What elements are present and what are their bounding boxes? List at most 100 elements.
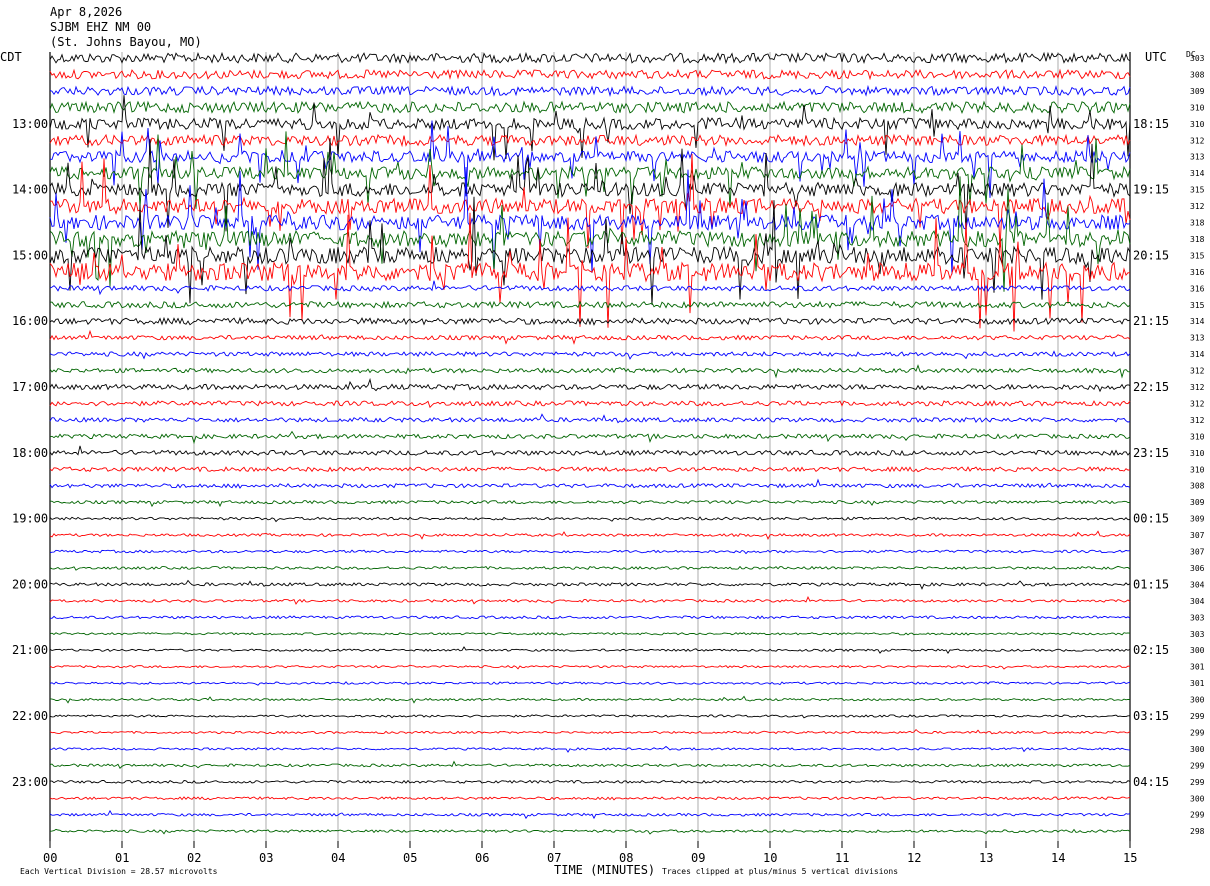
trace-2 [49, 68, 1131, 81]
dc-offset-label: 312 [1190, 202, 1205, 211]
x-tick-label: 06 [475, 851, 489, 865]
right-hour-label: 19:15 [1133, 183, 1169, 197]
trace-48 [49, 828, 1131, 835]
left-hour-labels: 13:00 14:00 15:00 16:00 17:00 18:00 19:00 20:00… [12, 117, 48, 789]
right-hour-label: 23:15 [1133, 446, 1169, 460]
dc-offset-label: 301 [1190, 663, 1205, 672]
x-axis-label: TIME (MINUTES) [554, 863, 655, 877]
x-tick-label: 00 [43, 851, 57, 865]
left-hour-label: 18:00 [12, 446, 48, 460]
left-hour-label: 17:00 [12, 380, 48, 394]
dc-offset-label: 299 [1190, 811, 1205, 820]
dc-offset-label: 312 [1190, 383, 1205, 392]
left-hour-label: 21:00 [12, 643, 48, 657]
left-hour-label: 23:00 [12, 775, 48, 789]
trace-30 [49, 530, 1131, 540]
trace-46 [49, 796, 1131, 801]
dc-offset-label: 309 [1190, 515, 1205, 524]
dc-offset-label: 300 [1190, 745, 1205, 754]
left-hour-label: 13:00 [12, 117, 48, 131]
dc-offset-label: 312 [1190, 367, 1205, 376]
right-hour-label: 21:15 [1133, 314, 1169, 328]
trace-43 [49, 745, 1131, 753]
trace-group [49, 51, 1131, 835]
right-timezone: UTC [1145, 50, 1167, 64]
scale-note: Each Vertical Division = 28.57 microvolt… [20, 867, 218, 876]
right-hour-labels: 18:15 19:15 20:15 21:15 22:15 23:15 00:15 01:15… [1133, 117, 1169, 789]
dc-offset-label: 300 [1190, 646, 1205, 655]
left-hour-label: 20:00 [12, 577, 48, 591]
dc-offset-label: 299 [1190, 728, 1205, 737]
dc-offset-label: 318 [1190, 235, 1205, 244]
trace-28 [49, 499, 1131, 508]
dc-offset-label: 301 [1190, 679, 1205, 688]
trace-24 [49, 430, 1131, 445]
x-tick-label: 10 [763, 851, 777, 865]
dc-offset-label: 312 [1190, 136, 1205, 145]
left-hour-label: 15:00 [12, 248, 48, 262]
right-hour-label: 02:15 [1133, 643, 1169, 657]
trace-29 [49, 516, 1131, 523]
dc-offset-label: 308 [1190, 70, 1205, 79]
x-tick-label: 13 [979, 851, 993, 865]
clip-note: Traces clipped at plus/minus 5 vertical … [662, 867, 898, 876]
dc-offset-label: 316 [1190, 284, 1205, 293]
trace-22 [49, 400, 1131, 409]
dc-offset-label: 304 [1190, 580, 1205, 589]
trace-4 [49, 100, 1131, 115]
trace-6 [49, 133, 1131, 148]
trace-5 [49, 95, 1131, 161]
dc-offset-label: 298 [1190, 827, 1205, 836]
left-timezone: CDT [0, 50, 22, 64]
dc-offset-label: 300 [1190, 696, 1205, 705]
trace-41 [49, 714, 1130, 719]
right-hour-label: 01:15 [1133, 577, 1169, 591]
dc-offset-label: 299 [1190, 761, 1205, 770]
trace-36 [49, 632, 1131, 636]
x-tick-label: 09 [691, 851, 705, 865]
trace-35 [49, 615, 1131, 620]
right-hour-label: 18:15 [1133, 117, 1169, 131]
dc-offset-label: 312 [1190, 399, 1205, 408]
trace-21 [49, 377, 1131, 393]
dc-offset-label: 310 [1190, 449, 1205, 458]
dc-offset-labels: 303 308 309 310 310 312 313 314 315 312 318 318 315 3… [1190, 54, 1205, 836]
trace-42 [49, 728, 1131, 735]
dc-offset-label: 299 [1190, 778, 1205, 787]
trace-47 [49, 809, 1131, 820]
dc-offset-label: 309 [1190, 87, 1205, 96]
header-station: SJBM EHZ NM 00 [50, 20, 151, 34]
dc-offset-label: 310 [1190, 465, 1205, 474]
right-hour-label: 22:15 [1133, 380, 1169, 394]
x-tick-label: 04 [331, 851, 345, 865]
right-hour-label: 00:15 [1133, 512, 1169, 526]
dc-offset-label: 313 [1190, 153, 1205, 162]
trace-31 [49, 549, 1131, 555]
trace-32 [49, 565, 1131, 571]
trace-18 [49, 329, 1131, 345]
trace-39 [49, 681, 1131, 686]
dc-offset-label: 307 [1190, 531, 1205, 540]
trace-25 [49, 445, 1131, 457]
dc-offset-label: 315 [1190, 186, 1205, 195]
dc-offset-label: 310 [1190, 120, 1205, 129]
dc-offset-label: 310 [1190, 432, 1205, 441]
trace-23 [49, 413, 1131, 424]
x-tick-label: 11 [835, 851, 849, 865]
trace-17 [49, 316, 1131, 326]
trace-15 [49, 280, 1131, 296]
dc-offset-label: 314 [1190, 350, 1205, 359]
x-tick-label: 14 [1051, 851, 1065, 865]
dc-offset-label: 314 [1190, 169, 1205, 178]
dc-offset-label: 314 [1190, 317, 1205, 326]
dc-offset-label: 299 [1190, 712, 1205, 721]
header-date: Apr 8,2026 [50, 5, 122, 19]
dc-offset-label: 315 [1190, 251, 1205, 260]
left-hour-label: 14:00 [12, 183, 48, 197]
trace-20 [49, 364, 1131, 379]
trace-3 [49, 84, 1131, 97]
trace-40 [49, 695, 1131, 704]
dc-offset-label: 303 [1190, 613, 1205, 622]
trace-1 [49, 51, 1131, 65]
right-hour-label: 20:15 [1133, 248, 1169, 262]
